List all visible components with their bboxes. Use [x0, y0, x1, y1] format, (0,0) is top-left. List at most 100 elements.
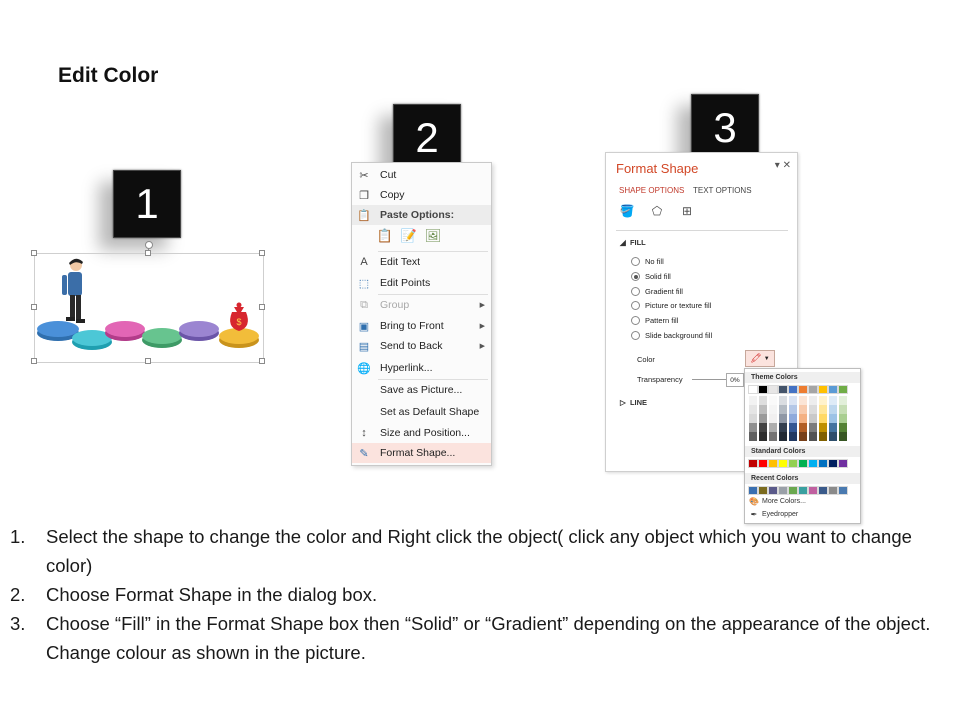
- fill-section-header[interactable]: ◢ FILL: [620, 238, 646, 247]
- color-swatch[interactable]: [769, 423, 777, 432]
- color-swatch[interactable]: [808, 486, 818, 495]
- color-swatch[interactable]: [779, 396, 787, 405]
- color-swatch[interactable]: [789, 396, 797, 405]
- recent-colors-row[interactable]: [748, 486, 848, 495]
- color-swatch[interactable]: [819, 414, 827, 423]
- menu-item-cut[interactable]: ✂ Cut: [352, 165, 491, 185]
- color-swatch[interactable]: [809, 405, 817, 414]
- paste-text-only-icon[interactable]: 📝: [400, 227, 418, 245]
- color-swatch[interactable]: [799, 423, 807, 432]
- standard-colors-row[interactable]: [748, 459, 848, 468]
- color-swatch[interactable]: [769, 405, 777, 414]
- color-swatch[interactable]: [749, 396, 757, 405]
- color-swatch[interactable]: [768, 459, 778, 468]
- color-swatch[interactable]: [759, 396, 767, 405]
- radio-solid-fill[interactable]: Solid fill: [631, 272, 671, 281]
- color-swatch[interactable]: [749, 432, 757, 441]
- color-swatch[interactable]: [759, 405, 767, 414]
- fill-line-icon[interactable]: 🪣: [619, 203, 635, 219]
- radio-picture-fill[interactable]: Picture or texture fill: [631, 301, 711, 310]
- color-swatch[interactable]: [778, 385, 788, 394]
- theme-colors-row[interactable]: [748, 385, 848, 394]
- color-swatch[interactable]: [818, 459, 828, 468]
- color-swatch[interactable]: [798, 459, 808, 468]
- color-swatch[interactable]: [839, 405, 847, 414]
- color-swatch[interactable]: [818, 486, 828, 495]
- color-swatch[interactable]: [758, 459, 768, 468]
- menu-item-format-shape[interactable]: ✎ Format Shape...: [352, 443, 491, 463]
- menu-item-hyperlink[interactable]: 🌐 Hyperlink...: [352, 358, 491, 378]
- gear-path-illustration[interactable]: $: [36, 255, 262, 359]
- color-swatch[interactable]: [768, 385, 778, 394]
- chevron-down-icon[interactable]: ▾: [775, 160, 780, 171]
- color-swatch[interactable]: [819, 405, 827, 414]
- color-swatch[interactable]: [838, 486, 848, 495]
- paste-keep-formatting-icon[interactable]: 📋: [376, 227, 394, 245]
- color-swatch[interactable]: [788, 486, 798, 495]
- color-swatch[interactable]: [829, 432, 837, 441]
- theme-colors-shades[interactable]: [749, 396, 847, 441]
- radio-no-fill[interactable]: No fill: [631, 257, 664, 266]
- line-section-header[interactable]: ▷ LINE: [620, 398, 647, 407]
- rotation-handle[interactable]: [145, 241, 153, 249]
- color-swatch[interactable]: [749, 414, 757, 423]
- eyedropper-button[interactable]: ✒ Eyedropper: [749, 510, 799, 519]
- color-swatch[interactable]: [829, 405, 837, 414]
- color-picker-button[interactable]: 🖍 ▼: [745, 350, 775, 367]
- color-swatch[interactable]: [748, 385, 758, 394]
- color-swatch[interactable]: [749, 423, 757, 432]
- color-swatch[interactable]: [798, 385, 808, 394]
- color-swatch[interactable]: [828, 486, 838, 495]
- color-swatch[interactable]: [799, 414, 807, 423]
- color-swatch[interactable]: [809, 432, 817, 441]
- color-swatch[interactable]: [809, 414, 817, 423]
- color-swatch[interactable]: [779, 432, 787, 441]
- color-swatch[interactable]: [809, 423, 817, 432]
- color-swatch[interactable]: [759, 414, 767, 423]
- color-swatch[interactable]: [779, 423, 787, 432]
- menu-item-edit-points[interactable]: ⬚ Edit Points: [352, 273, 491, 293]
- paste-picture-icon[interactable]: 🖼: [424, 227, 442, 245]
- menu-item-bring-to-front[interactable]: ▣ Bring to Front ▶: [352, 316, 491, 336]
- color-swatch[interactable]: [768, 486, 778, 495]
- color-swatch[interactable]: [788, 459, 798, 468]
- color-swatch[interactable]: [789, 423, 797, 432]
- menu-item-save-as-picture[interactable]: Save as Picture...: [352, 380, 491, 400]
- color-swatch[interactable]: [799, 432, 807, 441]
- transparency-slider[interactable]: [692, 379, 728, 380]
- color-swatch[interactable]: [778, 486, 788, 495]
- tab-shape-options[interactable]: SHAPE OPTIONS: [619, 186, 684, 195]
- radio-slide-background-fill[interactable]: Slide background fill: [631, 331, 712, 340]
- color-swatch[interactable]: [799, 396, 807, 405]
- radio-pattern-fill[interactable]: Pattern fill: [631, 316, 678, 325]
- menu-item-edit-text[interactable]: A Edit Text: [352, 252, 491, 272]
- radio-gradient-fill[interactable]: Gradient fill: [631, 287, 683, 296]
- more-colors-button[interactable]: 🎨 More Colors...: [749, 497, 806, 506]
- color-swatch[interactable]: [758, 385, 768, 394]
- color-swatch[interactable]: [749, 405, 757, 414]
- color-swatch[interactable]: [829, 423, 837, 432]
- color-swatch[interactable]: [839, 414, 847, 423]
- color-swatch[interactable]: [788, 385, 798, 394]
- color-swatch[interactable]: [819, 432, 827, 441]
- color-swatch[interactable]: [838, 385, 848, 394]
- color-swatch[interactable]: [828, 459, 838, 468]
- color-swatch[interactable]: [839, 396, 847, 405]
- color-swatch[interactable]: [829, 414, 837, 423]
- tab-text-options[interactable]: TEXT OPTIONS: [693, 186, 752, 195]
- menu-item-send-to-back[interactable]: ▤ Send to Back ▶: [352, 336, 491, 356]
- transparency-input[interactable]: 0%: [726, 373, 744, 387]
- menu-item-size-position[interactable]: ↕ Size and Position...: [352, 423, 491, 443]
- color-swatch[interactable]: [808, 385, 818, 394]
- color-swatch[interactable]: [828, 385, 838, 394]
- color-swatch[interactable]: [759, 432, 767, 441]
- color-swatch[interactable]: [759, 423, 767, 432]
- color-swatch[interactable]: [779, 414, 787, 423]
- color-swatch[interactable]: [778, 459, 788, 468]
- color-swatch[interactable]: [748, 486, 758, 495]
- color-swatch[interactable]: [799, 405, 807, 414]
- color-swatch[interactable]: [769, 396, 777, 405]
- color-swatch[interactable]: [748, 459, 758, 468]
- color-swatch[interactable]: [819, 423, 827, 432]
- size-properties-icon[interactable]: ⊞: [679, 203, 695, 219]
